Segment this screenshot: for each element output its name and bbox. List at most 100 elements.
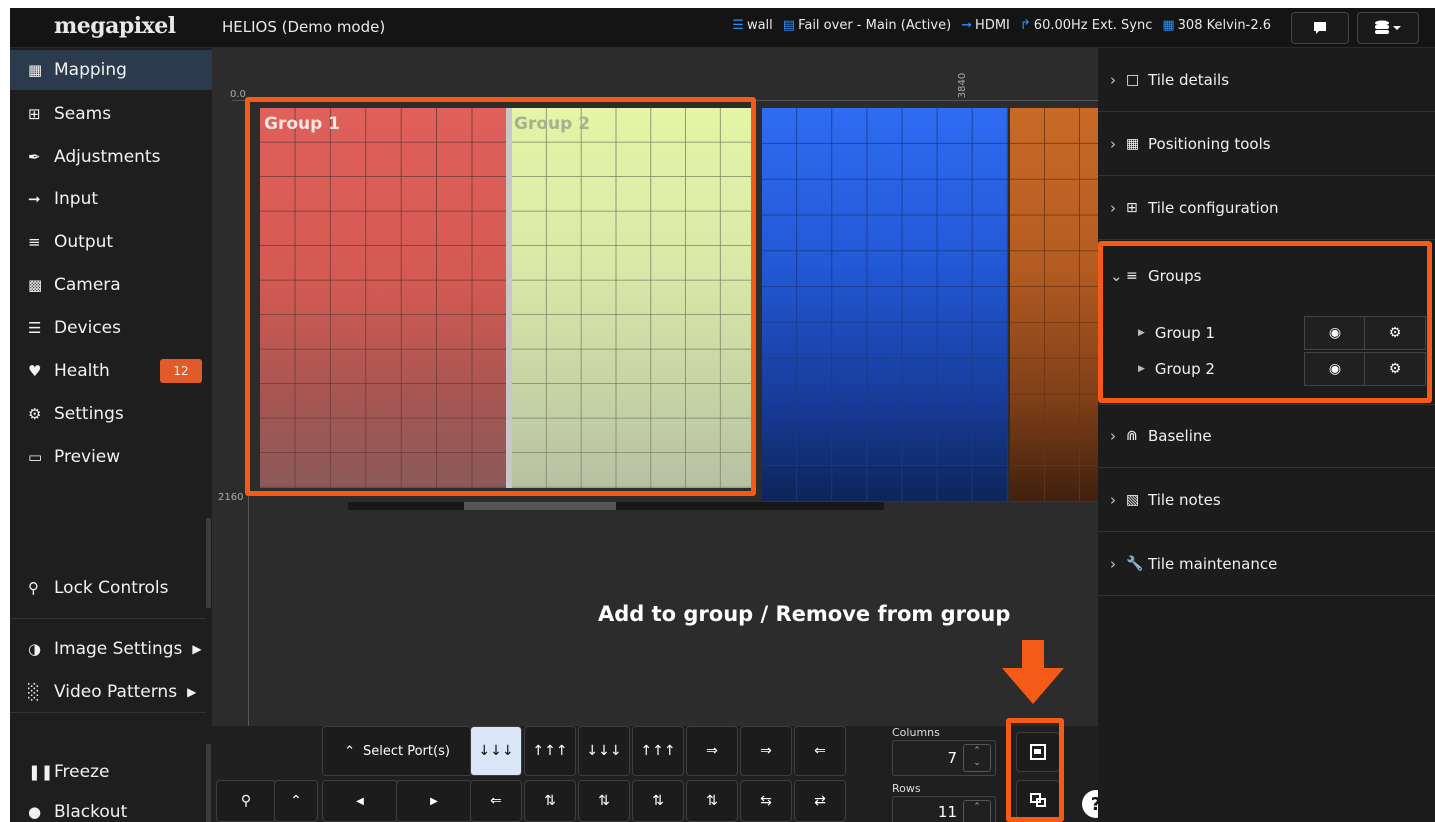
input-icon: ➞ [28,190,41,208]
square-icon: □ [1126,71,1140,88]
sidebar-item-settings[interactable]: ⚙ Settings [10,394,212,434]
arrows-down-icon: ↓↓↓ [586,743,622,759]
brush-icon: ✒ [28,148,41,166]
pattern-snake-up[interactable]: ⇅ [524,780,576,822]
section-tile-details[interactable]: › □ Tile details [1098,48,1435,112]
pattern-columns-up-ltr[interactable]: ↑↑↑ [524,726,576,776]
chevron-up-icon: ⌃ [344,743,355,759]
sidebar-divider [10,712,206,713]
status-strip: ☰ wall ▤ Fail over - Main (Active) ➞ HDM… [732,18,1271,33]
snake-down-icon: ⇅ [598,793,610,809]
chat-icon [1314,22,1326,34]
groups-panel-highlight [1098,241,1432,403]
gears-icon: ⚙ [28,405,42,423]
right-panel: › □ Tile details › ▦ Positioning tools ›… [1098,48,1435,822]
rows-input[interactable]: 11 ⌃ [892,796,996,822]
plus-box-icon: ⊞ [28,105,41,123]
chevron-right-icon: › [1110,198,1116,217]
snake-up-icon: ⇅ [544,793,556,809]
status-sync[interactable]: ↱ 60.00Hz Ext. Sync [1020,18,1152,33]
arrows-right-icon: ⇒ [706,743,718,759]
section-tile-notes[interactable]: › ▧ Tile notes [1098,468,1435,532]
database-menu-button[interactable] [1357,12,1419,44]
pattern-columns-up-rtl[interactable]: ↑↑↑ [632,726,684,776]
section-baseline[interactable]: › ⋒ Baseline [1098,404,1435,468]
pattern-rows-left-btt[interactable]: ⇐ [470,780,522,822]
lock-controls-button[interactable]: ⚲ Lock Controls [10,568,212,608]
input-icon: ➞ [961,18,973,33]
pattern-snake-rows-left[interactable]: ⇄ [794,780,846,822]
chat-button[interactable] [1291,12,1349,44]
group-buttons-highlight [1006,718,1064,822]
sidebar-item-output[interactable]: ≡ Output [10,222,212,262]
pattern-snake-down-rtl[interactable]: ⇅ [632,780,684,822]
grid-icon: ▦ [28,61,43,79]
pattern-snake-rows-right[interactable]: ⇆ [740,780,792,822]
sidebar-item-mapping[interactable]: ▦ Mapping [10,50,212,90]
section-tile-configuration[interactable]: › ⊞ Tile configuration [1098,176,1435,240]
expand-up-button[interactable]: ⌃ [274,780,318,822]
arrows-down-icon: ↓↓↓ [478,743,514,759]
tile-panel-orange[interactable] [1010,108,1098,502]
arrows-up-icon: ↑↑↑ [640,743,676,759]
pattern-rows-left[interactable]: ⇐ [794,726,846,776]
monitor-icon: ▭ [28,448,43,466]
arrows-right-icon: ⇒ [760,743,772,759]
previous-button[interactable]: ◀ [322,780,398,822]
columns-label: Columns [892,726,940,739]
caret-right-icon: ▶ [192,642,202,656]
next-button[interactable]: ▶ [396,780,472,822]
caret-right-icon: ▶ [430,795,438,807]
video-patterns-menu[interactable]: ░ Video Patterns ▶ [10,672,212,712]
section-tile-maintenance[interactable]: › 🔧 Tile maintenance [1098,532,1435,596]
blackout-button[interactable]: ● Blackout [10,792,212,822]
sidebar-item-health[interactable]: ♥ Health 12 [10,351,212,391]
grid-icon: ▦ [1126,135,1140,152]
signal-icon: ↱ [1019,18,1031,33]
status-input[interactable]: ➞ HDMI [961,18,1010,33]
canvas-shadow [464,502,616,510]
lock-toggle-button[interactable]: ⚲ [216,780,276,822]
arrows-up-icon: ↑↑↑ [532,743,568,759]
pattern-rows-right-ttb[interactable]: ⇒ [686,726,738,776]
helios-app: megapixel HELIOS (Demo mode) ☰ wall ▤ Fa… [10,8,1435,822]
snake-left-icon: ⇄ [814,793,826,809]
chevron-right-icon: › [1110,427,1116,445]
heart-pulse-icon: ♥ [28,362,42,380]
film-icon: ▩ [28,276,43,294]
callout-text: Add to group / Remove from group [598,602,1011,626]
pattern-snake-up-rtl[interactable]: ⇅ [686,780,738,822]
select-ports-button[interactable]: ⌃ Select Port(s) [322,726,472,776]
sidebar-item-camera[interactable]: ▩ Camera [10,265,212,305]
columns-stepper[interactable]: ⌃ ⌄ [963,744,991,772]
section-positioning-tools[interactable]: › ▦ Positioning tools [1098,112,1435,176]
status-tile-type[interactable]: ▦ 308 Kelvin-2.6 [1162,18,1271,33]
image-settings-menu[interactable]: ◑ Image Settings ▶ [10,629,212,669]
chevron-up-icon: ⌃ [290,793,302,809]
arrow-down-icon [1002,640,1064,704]
snake-up-icon: ⇅ [706,793,718,809]
status-wall[interactable]: ☰ wall [732,18,772,33]
freeze-button[interactable]: ❚❚ Freeze [10,752,212,792]
sidebar-item-seams[interactable]: ⊞ Seams [10,94,212,134]
unlock-icon: ⚲ [240,793,252,809]
sidebar-item-adjustments[interactable]: ✒ Adjustments [10,137,212,177]
pattern-columns-down-rtl[interactable]: ↓↓↓ [578,726,630,776]
sidebar: ▦ Mapping ⊞ Seams ✒ Adjustments ➞ Input … [10,48,212,822]
chevron-right-icon: › [1110,70,1116,89]
sliders-icon: ≡ [28,233,41,251]
rows-stepper[interactable]: ⌃ [963,800,991,822]
lightbulb-icon: ● [28,803,42,821]
sidebar-item-devices[interactable]: ☰ Devices [10,308,212,348]
status-failover[interactable]: ▤ Fail over - Main (Active) [783,18,951,33]
sidebar-item-preview[interactable]: ▭ Preview [10,437,212,477]
pattern-snake-down[interactable]: ⇅ [578,780,630,822]
megapixel-logo: megapixel [54,13,176,39]
sidebar-item-input[interactable]: ➞ Input [10,179,212,219]
app-title: HELIOS (Demo mode) [222,18,386,36]
pattern-rows-right-btt[interactable]: ⇒ [740,726,792,776]
pattern-columns-down-ltr[interactable]: ↓↓↓ [470,726,522,776]
tile-panel-blue[interactable] [762,108,1008,502]
ruler-x-end-label: 3840 [957,72,969,99]
columns-input[interactable]: 7 ⌃ ⌄ [892,740,996,776]
